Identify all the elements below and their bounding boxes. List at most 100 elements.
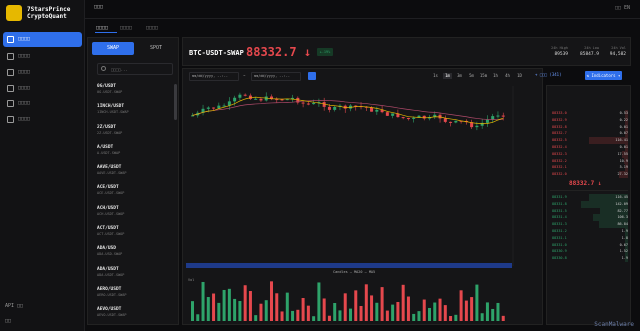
- qty: 82.77: [617, 208, 628, 213]
- indicators-button[interactable]: ⇅ Indicators ▾: [585, 71, 622, 80]
- timeframe-3m[interactable]: 3m: [455, 73, 464, 79]
- app-logo: [6, 5, 22, 21]
- price: 88332.3: [552, 151, 567, 156]
- timeframe-15m[interactable]: 15m: [479, 73, 488, 79]
- spot-tab[interactable]: SPOT: [136, 42, 176, 55]
- calendar-icon[interactable]: [308, 72, 316, 80]
- volume-bar: [306, 305, 310, 321]
- bid-row[interactable]: 88331.9 116.45: [552, 194, 628, 201]
- symbol-item[interactable]: ACT/USDT ACT-USDT-SWAP: [97, 226, 171, 246]
- price: 88332.7: [552, 131, 567, 136]
- ask-row[interactable]: 88332.1 5.19: [552, 164, 628, 172]
- start-date-input[interactable]: mm/dd/yyyy, --:--: [189, 72, 239, 81]
- nav-dashboard[interactable]: □□□□: [3, 32, 82, 47]
- timeframe-1m[interactable]: 1m: [443, 73, 452, 79]
- bookmark-button[interactable]: + □□□ (341): [535, 72, 562, 77]
- ask-row[interactable]: 88333.0 0.53: [552, 110, 628, 117]
- symbol-item[interactable]: 1INCH/USDT 1INCH-USDT-SWAP: [97, 104, 171, 124]
- bid-row[interactable]: 88331.2 1.9: [552, 228, 628, 235]
- volume-bar: [338, 310, 342, 321]
- price: 88331.1: [552, 235, 567, 240]
- symbol-item[interactable]: A/USDT A-USDT-SWAP: [97, 145, 171, 165]
- ask-row[interactable]: 88332.2 10.9: [552, 157, 628, 165]
- symbol-item[interactable]: ADA/USDT ADA-USDT-SWAP: [97, 267, 171, 287]
- qty: 5.19: [619, 165, 628, 170]
- volume-bar: [270, 281, 273, 321]
- nav-account[interactable]: □□□□: [3, 112, 82, 127]
- settings-link[interactable]: □□: [5, 318, 11, 324]
- symbol-item[interactable]: ACE/USDT ACE-USDT-SWAP: [97, 185, 171, 205]
- symbol-item[interactable]: ADA/USD ADA-USD-SWAP: [97, 246, 171, 266]
- candle: [375, 109, 379, 112]
- chart-panel: mm/dd/yyyy, --:-- ~ mm/dd/yyyy, --:-- 1s…: [182, 68, 543, 325]
- candle: [475, 125, 479, 128]
- volume-bar: [443, 305, 447, 321]
- candle: [496, 115, 500, 117]
- api-link[interactable]: API □□: [5, 303, 23, 309]
- volume-bar: [312, 316, 316, 321]
- ask-row[interactable]: 88332.0 27.32: [552, 171, 628, 178]
- bid-row[interactable]: 88331.0 0.67: [552, 241, 628, 249]
- top-tabbar: □□□ □□ EN: [85, 0, 640, 19]
- list-scrollbar[interactable]: [174, 84, 177, 120]
- tab-0[interactable]: □□□□: [96, 25, 108, 31]
- ask-row[interactable]: 88332.7 0.07: [552, 130, 628, 138]
- nav-markets[interactable]: □□□□: [3, 49, 82, 64]
- nav-orders[interactable]: □□□□: [3, 81, 82, 96]
- candle: [485, 119, 489, 123]
- candle: [391, 113, 395, 116]
- ask-row[interactable]: 88332.4 0.01: [552, 144, 628, 151]
- bid-row[interactable]: 88331.3 86.84: [552, 221, 628, 228]
- candle: [285, 99, 289, 101]
- tab-2[interactable]: □□□□: [146, 25, 158, 31]
- symbol-item[interactable]: ACH/USDT ACH-USDT-SWAP: [97, 206, 171, 226]
- timeframe-1h[interactable]: 1h: [491, 73, 500, 79]
- candle: [254, 98, 258, 100]
- candle: [480, 122, 484, 126]
- volume-bar: [280, 311, 284, 321]
- qty: 106.3: [617, 215, 628, 220]
- symbol-desc: 0G-USDT-SWAP: [97, 90, 123, 94]
- ask-row[interactable]: 88332.8 0.01: [552, 123, 628, 131]
- language-toggle[interactable]: □□ EN: [615, 5, 630, 11]
- volume-bar: [227, 288, 231, 321]
- volume-bar: [480, 313, 484, 321]
- symbol-item[interactable]: AAVE/USDT AAVE-USDT-SWAP: [97, 165, 171, 185]
- candlestick-chart[interactable]: Candles — MA20 — MA5 Vol: [183, 83, 542, 325]
- bid-row[interactable]: 88331.4 106.3: [552, 214, 628, 222]
- bid-row[interactable]: 88331.5 82.77: [552, 207, 628, 215]
- symbol-item[interactable]: 0G/USDT 0G-USDT-SWAP: [97, 84, 171, 104]
- bid-row[interactable]: 88331.1 1.8: [552, 234, 628, 242]
- timeframe-4h[interactable]: 4h: [503, 73, 512, 79]
- bid-row[interactable]: 88331.8 142.09: [552, 200, 628, 208]
- range-slider[interactable]: [186, 263, 512, 268]
- bid-row[interactable]: 88330.9 1.52: [552, 248, 628, 256]
- date-separator: ~: [243, 73, 246, 78]
- timeframe-1D[interactable]: 1D: [515, 73, 524, 79]
- ask-row[interactable]: 88332.3 17.55: [552, 150, 628, 158]
- tab-1[interactable]: □□□□: [120, 25, 132, 31]
- symbol-item[interactable]: 2Z/USDT 2Z-USDT-SWAP: [97, 125, 171, 145]
- volume-bar: [412, 313, 416, 321]
- nav-portfolio[interactable]: □□□□: [3, 65, 82, 80]
- volume-label: Vol: [188, 278, 194, 282]
- stat-vol: 24h Vol 94,582: [609, 46, 626, 57]
- swap-tab[interactable]: SWAP: [92, 42, 134, 55]
- qty: 0.53: [619, 111, 628, 115]
- search-icon: [101, 66, 106, 71]
- timeframe-5m[interactable]: 5m: [467, 73, 476, 79]
- volume-bar: [191, 301, 194, 321]
- volume-bar: [238, 301, 242, 321]
- bid-row[interactable]: 88330.8 1.9: [552, 255, 628, 262]
- candle: [401, 117, 405, 119]
- account-icon: [7, 116, 14, 123]
- ask-row[interactable]: 88332.5 116.41: [552, 137, 628, 144]
- symbol-item[interactable]: AERO/USDT AERO-USDT-SWAP: [97, 287, 171, 307]
- end-date-input[interactable]: mm/dd/yyyy, --:--: [251, 72, 301, 81]
- search-input[interactable]: □□□□...: [97, 63, 173, 75]
- ask-row[interactable]: 88332.9 0.22: [552, 116, 628, 124]
- symbol-item[interactable]: AEVO/USDT AEVO-USDT-SWAP: [97, 307, 171, 327]
- nav-signals[interactable]: □□□□: [3, 96, 82, 111]
- timeframe-1s[interactable]: 1s: [431, 73, 440, 79]
- volume-bar: [496, 302, 500, 321]
